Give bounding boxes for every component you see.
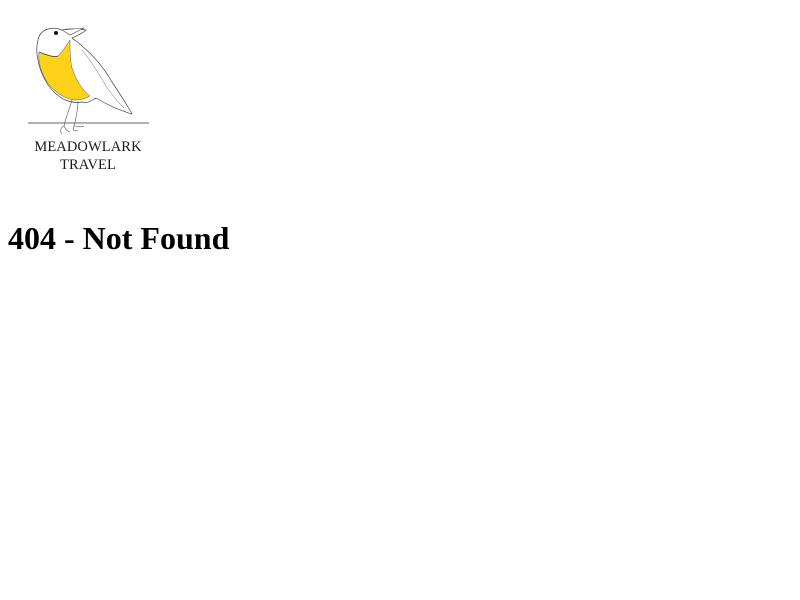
bird-feet bbox=[60, 125, 85, 135]
meadowlark-bird-icon bbox=[28, 27, 149, 135]
site-logo: MEADOWLARK TRAVEL bbox=[20, 20, 160, 175]
bird-eye bbox=[54, 31, 58, 35]
logo-line-1: MEADOWLARK bbox=[34, 139, 142, 155]
logo-line-2: TRAVEL bbox=[60, 157, 116, 173]
page: MEADOWLARK TRAVEL 404 - Not Found bbox=[0, 0, 800, 600]
error-heading: 404 - Not Found bbox=[8, 220, 230, 256]
logo-wordmark: MEADOWLARK TRAVEL bbox=[20, 138, 156, 174]
